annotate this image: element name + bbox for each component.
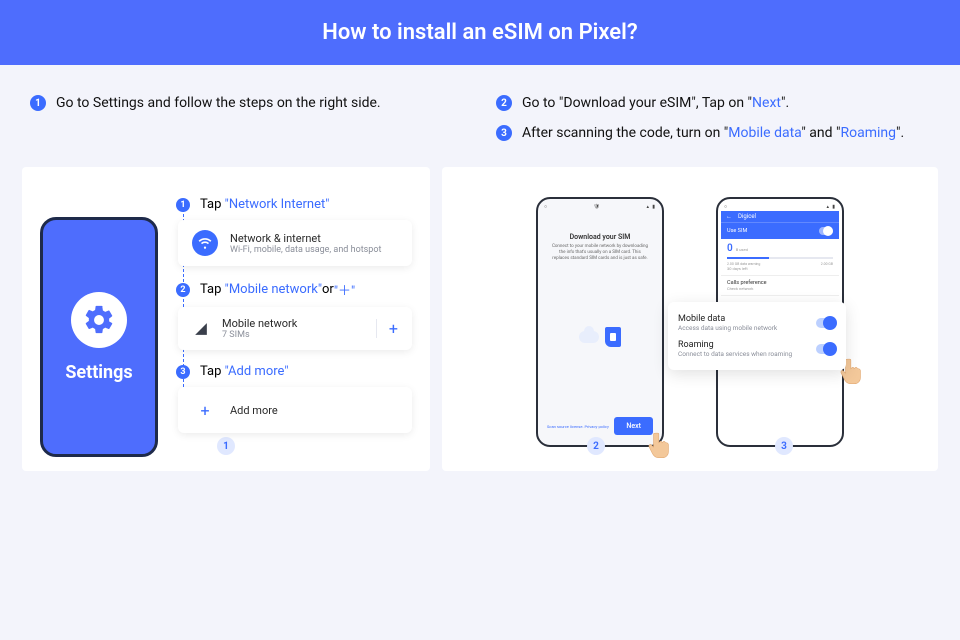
wifi-icon: [192, 230, 218, 256]
card3-title: Add more: [230, 404, 278, 417]
roaming-toggle[interactable]: [816, 344, 836, 354]
intro-left: 1 Go to Settings and follow the steps on…: [30, 95, 464, 155]
add-more-card[interactable]: + Add more: [178, 387, 412, 433]
step-2: 2 Tap "Mobile network" or "＋" Mobile net…: [176, 280, 412, 350]
gear-icon: [71, 292, 127, 348]
step-3-title: 3 Tap "Add more": [176, 364, 412, 379]
privacy-link[interactable]: Scan source license. Privacy policy: [547, 424, 609, 429]
signal-icon: [192, 320, 210, 338]
card2-title: Mobile network: [222, 317, 297, 330]
mobile-data-row[interactable]: Mobile data Access data using mobile net…: [678, 310, 836, 336]
intro-section: 1 Go to Settings and follow the steps on…: [0, 65, 960, 167]
page-title: How to install an eSIM on Pixel?: [322, 20, 637, 45]
download-sim-sub: Connect to your mobile network by downlo…: [541, 241, 659, 262]
download-sim-title: Download your SIM: [541, 233, 659, 241]
step-3: 3 Tap "Add more" + Add more: [176, 364, 412, 433]
plus-add-icon: +: [192, 397, 218, 423]
status-bar-2: ○▴ ▮: [721, 203, 839, 211]
data-bar: [727, 257, 833, 259]
download-illustration: [541, 262, 659, 413]
intro-right: 2 Go to "Download your eSIM", Tap on "Ne…: [496, 95, 930, 155]
page-header: How to install an eSIM on Pixel?: [0, 0, 960, 65]
next-link: Next: [752, 95, 781, 111]
intro-step-3: 3 After scanning the code, turn on "Mobi…: [496, 125, 930, 141]
intro-step-1-text: Go to Settings and follow the steps on t…: [56, 95, 381, 111]
settings-phone: Settings: [40, 217, 158, 457]
panel-right-footer: 2 3: [442, 437, 938, 455]
bullet-2: 2: [496, 95, 512, 111]
download-sim-phone-col: ○🛡▴ ▮ Download your SIM Connect to your …: [536, 197, 664, 447]
shield-icon: 🛡: [594, 204, 600, 210]
plus-icon[interactable]: +: [376, 319, 398, 338]
roaming-link: Roaming: [840, 125, 896, 141]
mobile-network-card[interactable]: Mobile network 7 SIMs +: [178, 307, 412, 350]
panels: Settings 1 Tap "Network Internet" Networ…: [0, 167, 960, 471]
steps-column: 1 Tap "Network Internet" Network & inter…: [176, 197, 412, 457]
carrier-bar: ←Digicel: [721, 211, 839, 222]
intro-step-1: 1 Go to Settings and follow the steps on…: [30, 95, 464, 111]
card1-title: Network & internet: [230, 232, 381, 245]
panel-right: ○🛡▴ ▮ Download your SIM Connect to your …: [442, 167, 938, 471]
overlay-card: Mobile data Access data using mobile net…: [668, 302, 846, 370]
card1-sub: Wi-Fi, mobile, data usage, and hotspot: [230, 245, 381, 255]
digicel-phone-col: ○▴ ▮ ←Digicel Use SIM 0 B used 2.00 GB d…: [716, 197, 844, 447]
status-bar: ○🛡▴ ▮: [541, 203, 659, 211]
bullet-1: 1: [30, 95, 46, 111]
use-sim-row[interactable]: Use SIM: [721, 222, 839, 239]
settings-label: Settings: [65, 362, 132, 383]
mobile-data-toggle[interactable]: [816, 318, 836, 328]
intro-step-2: 2 Go to "Download your eSIM", Tap on "Ne…: [496, 95, 930, 111]
panel-left: Settings 1 Tap "Network Internet" Networ…: [22, 167, 430, 471]
sim-icon: [605, 327, 621, 347]
data-used-block: 0 B used 2.00 GB data warning2.00 GB 30 …: [721, 239, 839, 276]
pointer-hand-icon: [648, 431, 674, 461]
mobile-data-link: Mobile data: [728, 125, 801, 141]
card2-sub: 7 SIMs: [222, 330, 297, 340]
download-sim-phone: ○🛡▴ ▮ Download your SIM Connect to your …: [536, 197, 664, 447]
network-internet-card[interactable]: Network & internet Wi-Fi, mobile, data u…: [178, 220, 412, 266]
settings-phone-col: Settings: [40, 197, 158, 457]
roaming-row[interactable]: Roaming Connect to data services when ro…: [678, 336, 836, 362]
step-1: 1 Tap "Network Internet" Network & inter…: [176, 197, 412, 266]
cloud-icon: [579, 331, 599, 343]
step-1-title: 1 Tap "Network Internet": [176, 197, 412, 212]
use-sim-toggle[interactable]: [819, 227, 833, 235]
calls-pref[interactable]: Calls preference Check network: [721, 276, 839, 296]
bullet-3: 3: [496, 125, 512, 141]
step-2-title: 2 Tap "Mobile network" or "＋": [176, 280, 412, 299]
